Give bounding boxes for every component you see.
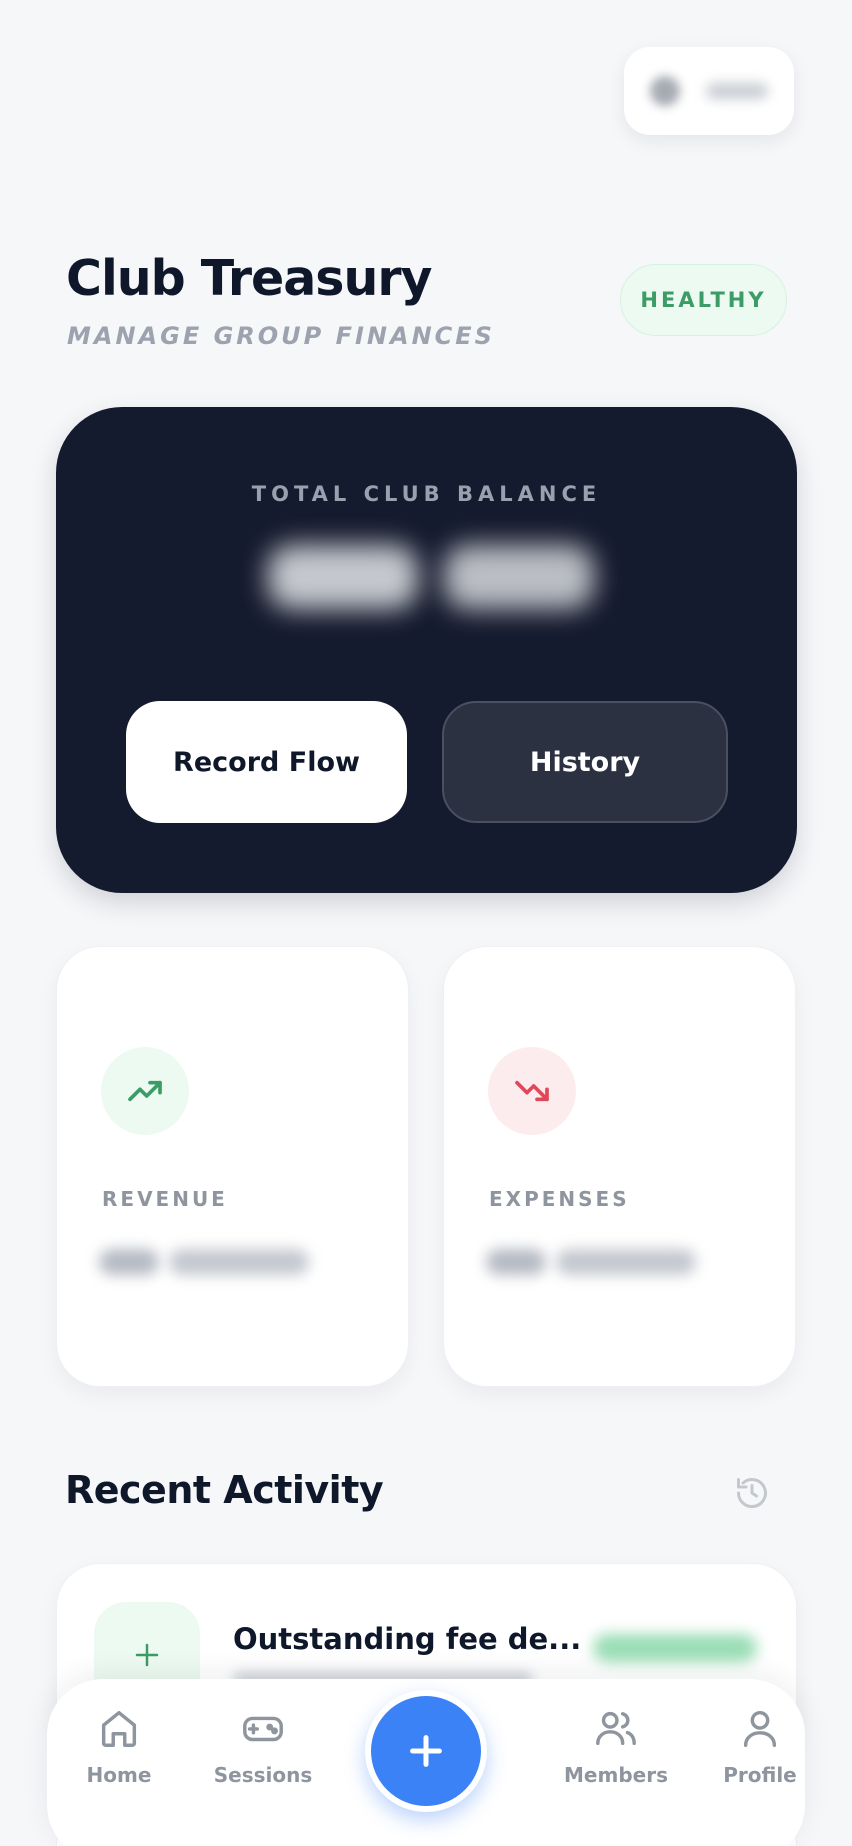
top-status-pill[interactable] xyxy=(624,47,794,135)
gamepad-icon xyxy=(243,1716,283,1742)
nav-item-members[interactable]: Members xyxy=(551,1705,681,1815)
nav-item-home[interactable]: Home xyxy=(54,1705,184,1815)
page-title: Club Treasury xyxy=(66,250,432,307)
balance-label: TOTAL CLUB BALANCE xyxy=(251,482,602,506)
history-icon[interactable] xyxy=(734,1475,770,1511)
revenue-label: REVENUE xyxy=(102,1187,228,1211)
trending-down-icon xyxy=(488,1047,576,1135)
plus-icon xyxy=(410,1735,442,1767)
nav-label-sessions: Sessions xyxy=(213,1763,313,1787)
nav-label-members: Members xyxy=(564,1763,668,1787)
revenue-value xyxy=(99,1245,317,1279)
activity-amount xyxy=(593,1634,757,1662)
nav-label-home: Home xyxy=(86,1763,152,1787)
expenses-card[interactable]: EXPENSES xyxy=(443,946,796,1387)
add-button[interactable] xyxy=(365,1690,487,1812)
bottom-nav: Home Sessions Members Profile xyxy=(47,1679,805,1846)
recent-activity-title: Recent Activity xyxy=(65,1468,384,1512)
user-icon xyxy=(743,1710,777,1747)
status-badge: HEALTHY xyxy=(620,264,787,336)
status-pill-text xyxy=(706,83,768,99)
nav-label-profile: Profile xyxy=(723,1763,797,1787)
expenses-value xyxy=(486,1245,704,1279)
balance-amount xyxy=(251,537,611,617)
users-icon xyxy=(596,1711,636,1746)
revenue-card[interactable]: REVENUE xyxy=(56,946,409,1387)
page-subtitle: MANAGE GROUP FINANCES xyxy=(67,322,495,350)
record-flow-button[interactable]: Record Flow xyxy=(126,701,407,823)
nav-item-profile[interactable]: Profile xyxy=(695,1705,825,1815)
trending-up-icon xyxy=(101,1047,189,1135)
activity-title: Outstanding fee de... xyxy=(233,1622,582,1656)
expenses-label: EXPENSES xyxy=(489,1187,630,1211)
home-icon xyxy=(101,1710,137,1747)
history-button[interactable]: History xyxy=(442,701,728,823)
nav-item-sessions[interactable]: Sessions xyxy=(198,1705,328,1815)
status-pill-icon xyxy=(650,76,680,106)
balance-card: TOTAL CLUB BALANCE Record Flow History xyxy=(56,407,797,893)
